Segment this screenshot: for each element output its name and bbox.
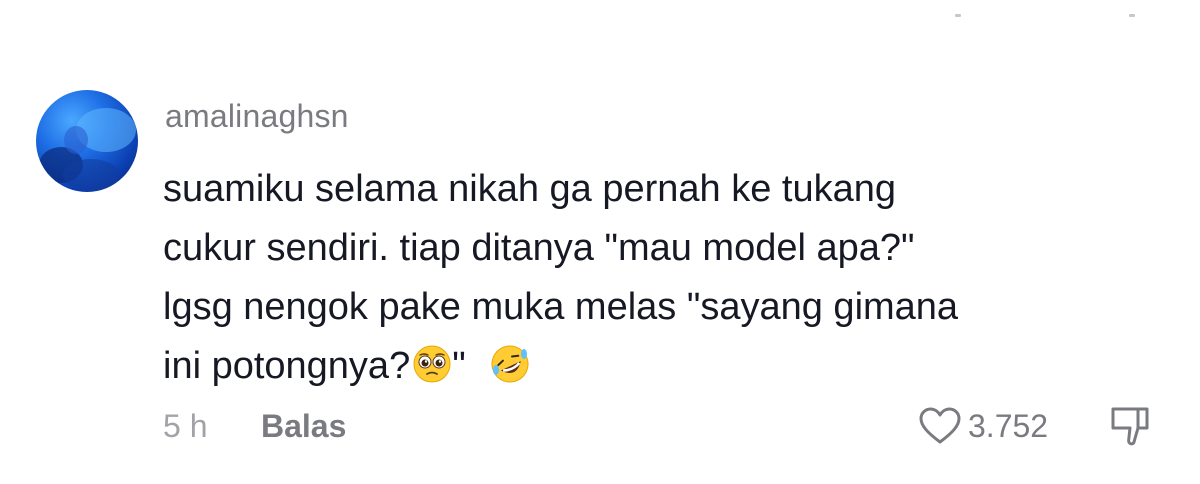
comment-line: cukur sendiri. tiap ditanya "mau model a… <box>163 227 915 269</box>
rolling-laughing-emoji-icon <box>490 343 530 383</box>
avatar-image <box>39 108 136 191</box>
username[interactable]: amalinaghsn <box>165 98 349 135</box>
comment-line: lgsg nengok pake muka melas "sayang gima… <box>163 286 959 328</box>
pleading-face-emoji-icon <box>412 343 452 383</box>
thumbs-down-icon[interactable] <box>1108 404 1152 448</box>
comment-text: suamiku selama nikah ga pernah ke tukang… <box>163 160 1143 396</box>
comment-item: amalinaghsn suamiku selama nikah ga pern… <box>0 0 1200 484</box>
comment-line: ini potongnya? <box>163 345 411 387</box>
comment-line: suamiku selama nikah ga pernah ke tukang <box>163 168 897 210</box>
reply-button[interactable]: Balas <box>261 408 346 445</box>
comment-time: 5 h <box>163 408 208 444</box>
closing-quote: " <box>452 345 477 387</box>
like-button[interactable]: 3.752 <box>918 404 1048 448</box>
heart-outline-icon <box>919 407 961 444</box>
avatar[interactable] <box>36 90 138 192</box>
like-count: 3.752 <box>968 407 1049 444</box>
comment-line-last: ini potongnya? " <box>163 337 1143 396</box>
